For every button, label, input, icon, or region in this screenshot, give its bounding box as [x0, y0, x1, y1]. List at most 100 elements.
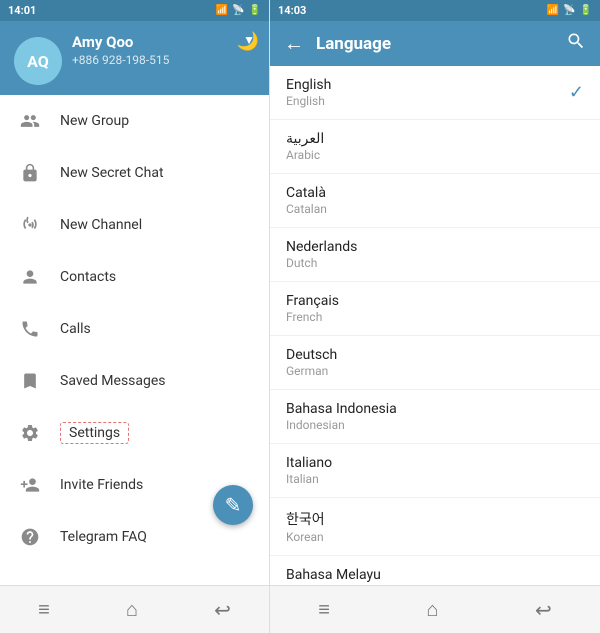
contacts-icon — [16, 263, 44, 291]
saved-messages-icon — [16, 367, 44, 395]
language-list: English English ✓ العربية Arabic Català … — [270, 66, 600, 585]
lang-name-dutch: Nederlands — [286, 239, 357, 255]
lang-text-english: English English — [286, 77, 331, 108]
lang-item-german[interactable]: Deutsch German — [270, 336, 600, 390]
profile-area[interactable]: AQ Amy Qoo +886 928-198-515 ▼ 🌙 — [0, 21, 269, 95]
lang-text-catalan: Català Catalan — [286, 185, 327, 216]
contacts-label: Contacts — [60, 269, 116, 285]
telegram-faq-icon — [16, 523, 44, 551]
left-battery-icon: 🔋 — [249, 5, 261, 16]
lang-native-catalan: Catalan — [286, 202, 327, 216]
invite-friends-icon — [16, 471, 44, 499]
lang-name-korean: 한국어 — [286, 509, 325, 529]
profile-name: Amy Qoo — [72, 33, 239, 51]
lang-text-malay: Bahasa Melayu Malay — [286, 567, 381, 585]
new-channel-icon — [16, 211, 44, 239]
lang-text-german: Deutsch German — [286, 347, 337, 378]
language-title: Language — [316, 34, 554, 54]
lang-check-english: ✓ — [569, 82, 584, 103]
lang-item-italian[interactable]: Italiano Italian — [270, 444, 600, 498]
right-status-bar: 14:03 📶 📡 🔋 — [270, 0, 600, 21]
left-panel: 14:01 📶 📡 🔋 AQ Amy Qoo +886 928-198-515 … — [0, 0, 270, 633]
lang-item-english[interactable]: English English ✓ — [270, 66, 600, 120]
left-time: 14:01 — [8, 4, 36, 17]
calls-icon — [16, 315, 44, 343]
menu-item-new-secret-chat[interactable]: New Secret Chat — [0, 147, 269, 199]
menu-item-calls[interactable]: Calls — [0, 303, 269, 355]
lang-name-german: Deutsch — [286, 347, 337, 363]
lang-native-korean: Korean — [286, 530, 325, 544]
search-icon[interactable] — [566, 31, 586, 56]
moon-icon[interactable]: 🌙 — [237, 31, 259, 52]
lang-item-catalan[interactable]: Català Catalan — [270, 174, 600, 228]
left-content-wrapper: New Group New Secret Chat New Channel Co… — [0, 95, 269, 585]
new-group-label: New Group — [60, 113, 129, 129]
left-bottom-bar: ≡ ⌂ ↩ — [0, 585, 269, 633]
language-header: ← Language — [270, 21, 600, 66]
right-wifi-icon: 📡 — [563, 5, 575, 16]
calls-label: Calls — [60, 321, 91, 337]
left-signal-icon: 📶 — [216, 5, 228, 16]
lang-item-arabic[interactable]: العربية Arabic — [270, 120, 600, 174]
lang-text-french: Français French — [286, 293, 339, 324]
lang-text-italian: Italiano Italian — [286, 455, 332, 486]
right-status-icons: 📶 📡 🔋 — [547, 5, 592, 16]
left-bottom-back-icon[interactable]: ↩ — [214, 598, 231, 622]
right-signal-icon: 📶 — [547, 5, 559, 16]
settings-label: Settings — [60, 422, 129, 444]
menu-item-new-group[interactable]: New Group — [0, 95, 269, 147]
right-panel: 14:03 📶 📡 🔋 ← Language English English ✓… — [270, 0, 600, 633]
lang-name-catalan: Català — [286, 185, 327, 201]
fab-button[interactable]: ✎ — [213, 485, 253, 525]
lang-native-english: English — [286, 94, 331, 108]
settings-icon — [16, 419, 44, 447]
lang-text-dutch: Nederlands Dutch — [286, 239, 357, 270]
lang-text-arabic: العربية Arabic — [286, 131, 324, 162]
profile-info: Amy Qoo +886 928-198-515 — [72, 33, 239, 67]
saved-messages-label: Saved Messages — [60, 373, 166, 389]
new-secret-chat-icon — [16, 159, 44, 187]
right-time: 14:03 — [278, 4, 306, 17]
lang-name-english: English — [286, 77, 331, 93]
lang-name-arabic: العربية — [286, 131, 324, 147]
telegram-faq-label: Telegram FAQ — [60, 529, 147, 545]
profile-phone: +886 928-198-515 — [72, 53, 239, 67]
left-bottom-menu-icon[interactable]: ≡ — [38, 597, 50, 622]
right-battery-icon: 🔋 — [580, 5, 592, 16]
left-bottom-home-icon[interactable]: ⌂ — [126, 597, 138, 622]
lang-item-malay[interactable]: Bahasa Melayu Malay — [270, 556, 600, 585]
new-channel-label: New Channel — [60, 217, 142, 233]
lang-item-indonesian[interactable]: Bahasa Indonesia Indonesian — [270, 390, 600, 444]
left-header: AQ Amy Qoo +886 928-198-515 ▼ 🌙 — [0, 21, 269, 95]
right-bottom-bar: ≡ ⌂ ↩ — [270, 585, 600, 633]
left-wifi-icon: 📡 — [232, 5, 244, 16]
menu-item-settings[interactable]: Settings — [0, 407, 269, 459]
lang-item-dutch[interactable]: Nederlands Dutch — [270, 228, 600, 282]
menu-item-contacts[interactable]: Contacts — [0, 251, 269, 303]
lang-name-italian: Italiano — [286, 455, 332, 471]
lang-native-french: French — [286, 310, 339, 324]
avatar: AQ — [14, 37, 62, 85]
invite-friends-label: Invite Friends — [60, 477, 143, 493]
new-group-icon — [16, 107, 44, 135]
lang-text-indonesian: Bahasa Indonesia Indonesian — [286, 401, 397, 432]
right-bottom-home-icon[interactable]: ⌂ — [426, 597, 438, 622]
lang-text-korean: 한국어 Korean — [286, 509, 325, 544]
lang-name-french: Français — [286, 293, 339, 309]
lang-item-korean[interactable]: 한국어 Korean — [270, 498, 600, 556]
lang-item-french[interactable]: Français French — [270, 282, 600, 336]
menu-item-saved-messages[interactable]: Saved Messages — [0, 355, 269, 407]
left-status-bar: 14:01 📶 📡 🔋 — [0, 0, 269, 21]
back-button[interactable]: ← — [284, 31, 304, 56]
lang-native-german: German — [286, 364, 337, 378]
lang-name-indonesian: Bahasa Indonesia — [286, 401, 397, 417]
lang-native-indonesian: Indonesian — [286, 418, 397, 432]
lang-native-arabic: Arabic — [286, 148, 324, 162]
lang-native-italian: Italian — [286, 472, 332, 486]
right-bottom-back-icon[interactable]: ↩ — [535, 598, 552, 622]
new-secret-chat-label: New Secret Chat — [60, 165, 164, 181]
lang-native-dutch: Dutch — [286, 256, 357, 270]
right-bottom-menu-icon[interactable]: ≡ — [318, 597, 330, 622]
menu-item-new-channel[interactable]: New Channel — [0, 199, 269, 251]
lang-name-malay: Bahasa Melayu — [286, 567, 381, 583]
